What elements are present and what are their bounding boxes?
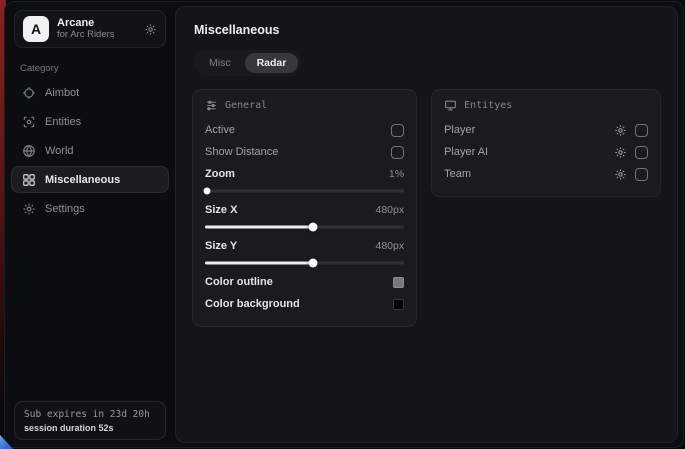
- sidebar-item-aimbot[interactable]: Aimbot: [11, 79, 169, 106]
- monitor-icon: [444, 99, 457, 112]
- size-x-label: Size X: [205, 204, 237, 216]
- color-background-swatch[interactable]: [393, 299, 404, 310]
- main-panel: Miscellaneous Misc Radar Gene: [175, 6, 678, 443]
- sidebar-nav: Aimbot Entities: [5, 79, 175, 222]
- grid-icon: [22, 173, 36, 187]
- zoom-slider[interactable]: [205, 186, 404, 195]
- sliders-icon: [205, 99, 218, 112]
- player-label: Player: [444, 124, 475, 136]
- entities-card-header: Entityes: [444, 99, 648, 112]
- sidebar-item-settings[interactable]: Settings: [11, 195, 169, 222]
- size-y-slider[interactable]: [205, 258, 404, 267]
- category-label: Category: [20, 63, 175, 74]
- sidebar-item-label: Aimbot: [45, 87, 79, 99]
- sidebar-item-entities[interactable]: Entities: [11, 108, 169, 135]
- subscription-info-box: Sub expires in 23d 20h session duration …: [14, 401, 166, 440]
- team-label: Team: [444, 168, 471, 180]
- app-subtitle: for Arc Riders: [57, 30, 136, 41]
- general-card-header: General: [205, 99, 404, 112]
- show-distance-row: Show Distance: [205, 141, 404, 163]
- size-y-row: Size Y 480px: [205, 235, 404, 257]
- zoom-value: 1%: [389, 168, 404, 180]
- show-distance-checkbox[interactable]: [391, 146, 404, 159]
- globe-icon: [22, 144, 36, 158]
- zoom-slider-thumb[interactable]: [203, 187, 210, 194]
- entity-row-player: Player: [444, 119, 648, 141]
- entity-row-player-ai: Player AI: [444, 141, 648, 163]
- size-x-slider[interactable]: [205, 222, 404, 231]
- app-window: A Arcane for Arc Riders Category: [4, 1, 684, 448]
- size-x-value: 480px: [375, 204, 404, 216]
- zoom-label: Zoom: [205, 168, 235, 180]
- player-ai-checkbox[interactable]: [635, 146, 648, 159]
- sidebar-item-label: World: [45, 145, 74, 157]
- gear-icon: [22, 202, 36, 216]
- color-background-label: Color background: [205, 298, 300, 310]
- size-x-slider-thumb[interactable]: [308, 222, 317, 231]
- show-distance-label: Show Distance: [205, 146, 278, 158]
- color-outline-swatch[interactable]: [393, 277, 404, 288]
- entity-row-team: Team: [444, 163, 648, 185]
- size-y-slider-thumb[interactable]: [308, 258, 317, 267]
- active-label: Active: [205, 124, 235, 136]
- sidebar-item-world[interactable]: World: [11, 137, 169, 164]
- session-duration-text: session duration 52s: [24, 423, 156, 433]
- color-background-row: Color background: [205, 293, 404, 315]
- sidebar-item-label: Settings: [45, 203, 85, 215]
- tab-bar: Misc Radar: [194, 50, 301, 76]
- sidebar: A Arcane for Arc Riders Category: [5, 2, 175, 447]
- active-row: Active: [205, 119, 404, 141]
- color-outline-row: Color outline: [205, 271, 404, 293]
- team-settings-gear-icon[interactable]: [614, 168, 627, 181]
- player-ai-label: Player AI: [444, 146, 488, 158]
- sub-expires-text: Sub expires in 23d 20h: [24, 409, 156, 420]
- desktop-stage: A Arcane for Arc Riders Category: [0, 0, 685, 449]
- crosshair-icon: [22, 86, 36, 100]
- cards-container: General Active Show Distance Zoom 1%: [192, 89, 661, 327]
- team-checkbox[interactable]: [635, 168, 648, 181]
- zoom-row: Zoom 1%: [205, 163, 404, 185]
- sidebar-item-miscellaneous[interactable]: Miscellaneous: [11, 166, 169, 193]
- sidebar-item-label: Entities: [45, 116, 81, 128]
- size-y-value: 480px: [375, 240, 404, 252]
- active-checkbox[interactable]: [391, 124, 404, 137]
- entity-scan-icon: [22, 115, 36, 129]
- color-outline-label: Color outline: [205, 276, 273, 288]
- app-logo: A: [23, 16, 49, 42]
- size-x-row: Size X 480px: [205, 199, 404, 221]
- sidebar-item-label: Miscellaneous: [45, 174, 120, 186]
- tab-radar[interactable]: Radar: [245, 53, 299, 73]
- header-gear-icon[interactable]: [144, 23, 157, 36]
- app-header: A Arcane for Arc Riders: [14, 10, 166, 48]
- player-settings-gear-icon[interactable]: [614, 124, 627, 137]
- general-card: General Active Show Distance Zoom 1%: [192, 89, 417, 327]
- entities-card-title: Entityes: [464, 100, 512, 111]
- entities-card: Entityes Player: [431, 89, 661, 197]
- player-ai-settings-gear-icon[interactable]: [614, 146, 627, 159]
- app-name: Arcane: [57, 17, 136, 30]
- general-card-title: General: [225, 100, 267, 111]
- page-title: Miscellaneous: [194, 23, 661, 37]
- player-checkbox[interactable]: [635, 124, 648, 137]
- tab-misc[interactable]: Misc: [197, 53, 243, 73]
- size-y-label: Size Y: [205, 240, 237, 252]
